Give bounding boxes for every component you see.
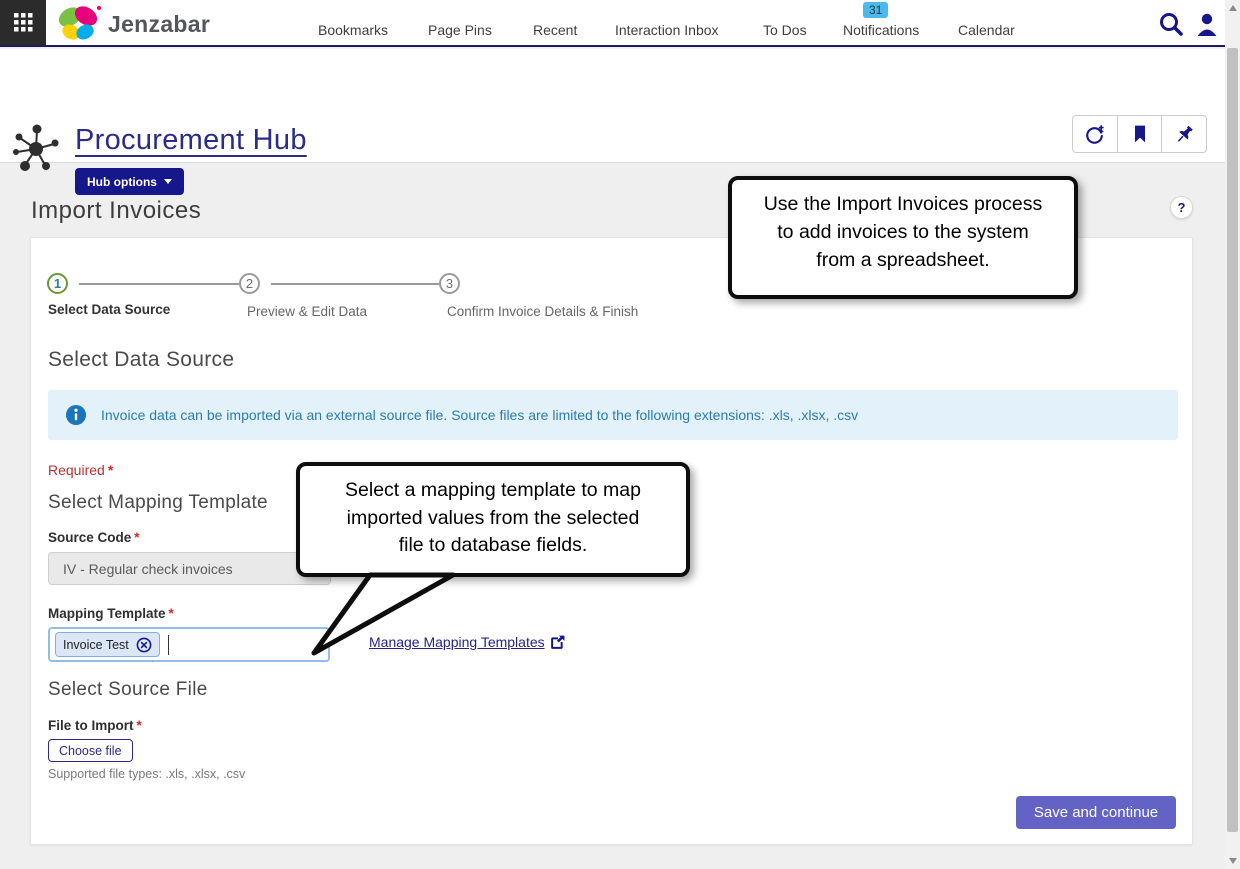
page-scrollbar[interactable] (1225, 0, 1240, 869)
section-heading-mapping-template: Select Mapping Template (48, 492, 268, 513)
app-menu-button[interactable] (0, 0, 46, 45)
mapping-template-label-text: Mapping Template (48, 606, 166, 621)
nav-item-bookmarks[interactable]: Bookmarks (318, 22, 388, 38)
step-2-label: Preview & Edit Data (247, 304, 368, 319)
search-button[interactable] (1158, 11, 1184, 42)
hub-header: Procurement Hub Hub options (0, 49, 1240, 195)
top-nav-bar: Jenzabar Bookmarks Page Pins Recent Inte… (0, 0, 1240, 47)
step-2-number: 2 (245, 276, 254, 291)
pushpin-icon (1177, 125, 1193, 142)
tooltip-line: to add invoices to the system (777, 221, 1029, 243)
search-icon (1160, 13, 1183, 36)
refresh-hub-button[interactable] (1073, 116, 1117, 152)
bookmark-page-button[interactable] (1116, 116, 1162, 152)
hub-network-icon (10, 121, 62, 180)
required-legend: Required * (48, 462, 113, 478)
scrollbar-thumb[interactable] (1227, 48, 1238, 832)
save-and-continue-button[interactable]: Save and continue (1016, 796, 1176, 829)
hub-options-button[interactable]: Hub options (75, 168, 184, 195)
step-1-circle: 1 (47, 273, 68, 294)
pin-page-button[interactable] (1161, 116, 1206, 152)
tooltip-mapping-template: Select a mapping template to map importe… (296, 462, 690, 577)
chevron-down-icon (163, 179, 172, 184)
arrow-up-icon (1228, 5, 1237, 11)
tooltip-line: from a spreadsheet. (816, 249, 990, 271)
section-heading-source-file: Select Source File (48, 679, 208, 700)
circle-x-icon (136, 637, 152, 652)
hub-toolbar (1072, 115, 1207, 153)
mapping-template-input[interactable]: Invoice Test (48, 627, 330, 662)
required-asterisk: * (136, 718, 142, 733)
nav-item-notifications[interactable]: Notifications (843, 22, 919, 38)
info-banner-text: Invoice data can be imported via an exte… (101, 407, 859, 423)
question-icon: ? (1177, 200, 1186, 215)
file-label-text: File to Import (48, 718, 134, 733)
arrow-down-icon (1228, 858, 1237, 864)
required-asterisk: * (168, 606, 174, 621)
step-3-number: 3 (445, 276, 454, 291)
nav-item-page-pins[interactable]: Page Pins (428, 22, 492, 38)
supported-file-types: Supported file types: .xls, .xlsx, .csv (48, 767, 246, 781)
chip-remove-button[interactable] (136, 637, 152, 653)
required-asterisk: * (107, 462, 114, 478)
account-button[interactable] (1194, 11, 1220, 42)
brand-wordmark: Jenzabar (108, 10, 211, 37)
required-asterisk: * (134, 530, 140, 545)
external-link-icon (550, 635, 565, 649)
tooltip-tail (311, 572, 456, 656)
hub-options-label: Hub options (87, 174, 157, 189)
source-code-value: IV - Regular check invoices (63, 560, 233, 577)
waffle-grid-icon (13, 13, 32, 32)
bookmark-icon (1134, 125, 1145, 143)
step-2-circle: 2 (239, 273, 260, 294)
tooltip-line: file to database fields. (398, 534, 588, 556)
tooltip-line: Select a mapping template to map (345, 479, 641, 501)
nav-item-recent[interactable]: Recent (533, 22, 577, 38)
nav-item-to-dos[interactable]: To Dos (763, 22, 807, 38)
hub-title-link[interactable]: Procurement Hub (75, 124, 307, 157)
notifications-count-badge[interactable]: 31 (863, 2, 889, 18)
step-connector (271, 283, 439, 285)
selected-template-chip: Invoice Test (55, 632, 160, 657)
step-connector (79, 283, 239, 285)
tooltip-line: imported values from the selected (346, 506, 640, 529)
page-title: Import Invoices (31, 197, 202, 224)
chip-label: Invoice Test (63, 637, 129, 652)
nav-item-calendar[interactable]: Calendar (958, 22, 1015, 38)
section-heading-data-source: Select Data Source (48, 348, 235, 371)
butterfly-logo-icon (58, 6, 101, 40)
help-button[interactable]: ? (1170, 196, 1193, 219)
mapping-template-label: Mapping Template * (48, 606, 174, 621)
info-icon (66, 405, 86, 425)
jenzabar-logo[interactable]: Jenzabar (56, 4, 210, 44)
scroll-down-button[interactable] (1225, 853, 1240, 869)
step-1-number: 1 (53, 276, 62, 291)
scroll-up-button[interactable] (1225, 0, 1240, 16)
file-to-import-label: File to Import * (48, 718, 142, 733)
info-banner: Invoice data can be imported via an exte… (48, 390, 1178, 440)
step-3-circle: 3 (439, 273, 460, 294)
choose-file-button[interactable]: Choose file (48, 739, 133, 762)
tooltip-line: Use the Import Invoices process (763, 193, 1043, 215)
required-label: Required (48, 462, 105, 478)
tooltip-import-invoices: Use the Import Invoices process to add i… (728, 176, 1078, 299)
source-code-field: IV - Regular check invoices (48, 552, 331, 585)
step-1-label: Select Data Source (48, 302, 171, 317)
source-code-label: Source Code * (48, 530, 140, 545)
person-icon (1197, 13, 1217, 36)
step-3-label: Confirm Invoice Details & Finish (447, 304, 639, 319)
refresh-add-icon (1086, 124, 1105, 144)
text-cursor (167, 634, 169, 655)
source-code-label-text: Source Code (48, 530, 132, 545)
nav-item-interaction-inbox[interactable]: Interaction Inbox (615, 22, 719, 38)
